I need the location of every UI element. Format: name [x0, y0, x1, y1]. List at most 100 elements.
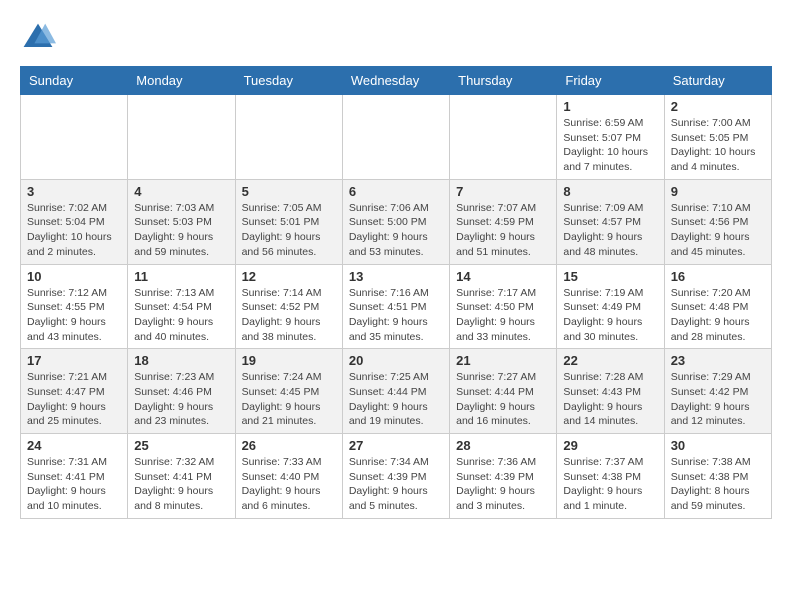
calendar-cell: 25 Sunrise: 7:32 AM Sunset: 4:41 PM Dayli…	[128, 434, 235, 519]
day-info: Sunrise: 7:05 AM Sunset: 5:01 PM Dayligh…	[242, 201, 336, 260]
day-number: 11	[134, 269, 228, 284]
day-number: 24	[27, 438, 121, 453]
calendar-week-4: 17 Sunrise: 7:21 AM Sunset: 4:47 PM Dayli…	[21, 349, 772, 434]
logo-icon	[20, 20, 56, 56]
day-info: Sunrise: 7:10 AM Sunset: 4:56 PM Dayligh…	[671, 201, 765, 260]
calendar-cell: 27 Sunrise: 7:34 AM Sunset: 4:39 PM Dayli…	[342, 434, 449, 519]
day-number: 22	[563, 353, 657, 368]
calendar-cell: 7 Sunrise: 7:07 AM Sunset: 4:59 PM Daylig…	[450, 179, 557, 264]
calendar-cell: 3 Sunrise: 7:02 AM Sunset: 5:04 PM Daylig…	[21, 179, 128, 264]
day-info: Sunrise: 7:32 AM Sunset: 4:41 PM Dayligh…	[134, 455, 228, 514]
weekday-header-saturday: Saturday	[664, 67, 771, 95]
day-number: 18	[134, 353, 228, 368]
day-number: 13	[349, 269, 443, 284]
day-info: Sunrise: 7:24 AM Sunset: 4:45 PM Dayligh…	[242, 370, 336, 429]
day-number: 4	[134, 184, 228, 199]
calendar-body: 1 Sunrise: 6:59 AM Sunset: 5:07 PM Daylig…	[21, 95, 772, 519]
calendar-cell: 5 Sunrise: 7:05 AM Sunset: 5:01 PM Daylig…	[235, 179, 342, 264]
calendar-cell: 18 Sunrise: 7:23 AM Sunset: 4:46 PM Dayli…	[128, 349, 235, 434]
day-info: Sunrise: 7:37 AM Sunset: 4:38 PM Dayligh…	[563, 455, 657, 514]
calendar-cell: 2 Sunrise: 7:00 AM Sunset: 5:05 PM Daylig…	[664, 95, 771, 180]
day-info: Sunrise: 7:13 AM Sunset: 4:54 PM Dayligh…	[134, 286, 228, 345]
day-number: 8	[563, 184, 657, 199]
day-number: 14	[456, 269, 550, 284]
day-info: Sunrise: 7:23 AM Sunset: 4:46 PM Dayligh…	[134, 370, 228, 429]
day-number: 19	[242, 353, 336, 368]
calendar-cell: 12 Sunrise: 7:14 AM Sunset: 4:52 PM Dayli…	[235, 264, 342, 349]
calendar-cell: 4 Sunrise: 7:03 AM Sunset: 5:03 PM Daylig…	[128, 179, 235, 264]
day-number: 7	[456, 184, 550, 199]
header	[20, 20, 772, 56]
calendar-cell: 30 Sunrise: 7:38 AM Sunset: 4:38 PM Dayli…	[664, 434, 771, 519]
day-number: 15	[563, 269, 657, 284]
day-number: 17	[27, 353, 121, 368]
day-info: Sunrise: 7:34 AM Sunset: 4:39 PM Dayligh…	[349, 455, 443, 514]
day-info: Sunrise: 7:28 AM Sunset: 4:43 PM Dayligh…	[563, 370, 657, 429]
day-number: 1	[563, 99, 657, 114]
day-info: Sunrise: 7:00 AM Sunset: 5:05 PM Dayligh…	[671, 116, 765, 175]
weekday-header-friday: Friday	[557, 67, 664, 95]
day-info: Sunrise: 7:27 AM Sunset: 4:44 PM Dayligh…	[456, 370, 550, 429]
day-number: 3	[27, 184, 121, 199]
calendar-cell: 14Sunrise: 7:17 AM Sunset: 4:50 PM Dayli…	[450, 264, 557, 349]
day-number: 25	[134, 438, 228, 453]
calendar-cell: 21 Sunrise: 7:27 AM Sunset: 4:44 PM Dayli…	[450, 349, 557, 434]
day-number: 27	[349, 438, 443, 453]
day-info: Sunrise: 7:20 AM Sunset: 4:48 PM Dayligh…	[671, 286, 765, 345]
day-number: 9	[671, 184, 765, 199]
calendar-cell: 26Sunrise: 7:33 AM Sunset: 4:40 PM Dayli…	[235, 434, 342, 519]
calendar-cell: 28 Sunrise: 7:36 AM Sunset: 4:39 PM Dayli…	[450, 434, 557, 519]
calendar-cell: 11 Sunrise: 7:13 AM Sunset: 4:54 PM Dayli…	[128, 264, 235, 349]
calendar-cell: 8 Sunrise: 7:09 AM Sunset: 4:57 PM Daylig…	[557, 179, 664, 264]
calendar-cell: 24 Sunrise: 7:31 AM Sunset: 4:41 PM Dayli…	[21, 434, 128, 519]
day-number: 30	[671, 438, 765, 453]
calendar-cell: 23 Sunrise: 7:29 AM Sunset: 4:42 PM Dayli…	[664, 349, 771, 434]
calendar-cell	[450, 95, 557, 180]
day-info: Sunrise: 7:07 AM Sunset: 4:59 PM Dayligh…	[456, 201, 550, 260]
day-info: Sunrise: 7:33 AM Sunset: 4:40 PM Dayligh…	[242, 455, 336, 514]
day-number: 23	[671, 353, 765, 368]
day-info: Sunrise: 7:09 AM Sunset: 4:57 PM Dayligh…	[563, 201, 657, 260]
day-info: Sunrise: 7:06 AM Sunset: 5:00 PM Dayligh…	[349, 201, 443, 260]
calendar-week-1: 1 Sunrise: 6:59 AM Sunset: 5:07 PM Daylig…	[21, 95, 772, 180]
calendar-cell: 22 Sunrise: 7:28 AM Sunset: 4:43 PM Dayli…	[557, 349, 664, 434]
day-info: Sunrise: 7:31 AM Sunset: 4:41 PM Dayligh…	[27, 455, 121, 514]
day-number: 16	[671, 269, 765, 284]
day-info: Sunrise: 7:02 AM Sunset: 5:04 PM Dayligh…	[27, 201, 121, 260]
calendar-cell: 19 Sunrise: 7:24 AM Sunset: 4:45 PM Dayli…	[235, 349, 342, 434]
calendar-cell: 15 Sunrise: 7:19 AM Sunset: 4:49 PM Dayli…	[557, 264, 664, 349]
day-number: 20	[349, 353, 443, 368]
day-number: 10	[27, 269, 121, 284]
calendar-cell: 29 Sunrise: 7:37 AM Sunset: 4:38 PM Dayli…	[557, 434, 664, 519]
calendar-cell: 13 Sunrise: 7:16 AM Sunset: 4:51 PM Dayli…	[342, 264, 449, 349]
weekday-header-row: SundayMondayTuesdayWednesdayThursdayFrid…	[21, 67, 772, 95]
day-number: 2	[671, 99, 765, 114]
calendar-cell: 20Sunrise: 7:25 AM Sunset: 4:44 PM Dayli…	[342, 349, 449, 434]
calendar-week-2: 3 Sunrise: 7:02 AM Sunset: 5:04 PM Daylig…	[21, 179, 772, 264]
calendar-cell: 1 Sunrise: 6:59 AM Sunset: 5:07 PM Daylig…	[557, 95, 664, 180]
day-info: Sunrise: 7:19 AM Sunset: 4:49 PM Dayligh…	[563, 286, 657, 345]
day-info: Sunrise: 7:36 AM Sunset: 4:39 PM Dayligh…	[456, 455, 550, 514]
calendar-cell	[21, 95, 128, 180]
day-info: Sunrise: 7:16 AM Sunset: 4:51 PM Dayligh…	[349, 286, 443, 345]
day-number: 12	[242, 269, 336, 284]
weekday-header-thursday: Thursday	[450, 67, 557, 95]
day-number: 5	[242, 184, 336, 199]
day-number: 28	[456, 438, 550, 453]
day-number: 21	[456, 353, 550, 368]
day-info: Sunrise: 7:38 AM Sunset: 4:38 PM Dayligh…	[671, 455, 765, 514]
day-number: 6	[349, 184, 443, 199]
calendar-cell: 9 Sunrise: 7:10 AM Sunset: 4:56 PM Daylig…	[664, 179, 771, 264]
day-number: 29	[563, 438, 657, 453]
day-info: Sunrise: 7:03 AM Sunset: 5:03 PM Dayligh…	[134, 201, 228, 260]
calendar-cell: 16 Sunrise: 7:20 AM Sunset: 4:48 PM Dayli…	[664, 264, 771, 349]
logo	[20, 20, 62, 56]
calendar-cell	[235, 95, 342, 180]
day-info: Sunrise: 6:59 AM Sunset: 5:07 PM Dayligh…	[563, 116, 657, 175]
calendar-cell	[342, 95, 449, 180]
day-info: Sunrise: 7:21 AM Sunset: 4:47 PM Dayligh…	[27, 370, 121, 429]
day-info: Sunrise: 7:14 AM Sunset: 4:52 PM Dayligh…	[242, 286, 336, 345]
day-info: Sunrise: 7:29 AM Sunset: 4:42 PM Dayligh…	[671, 370, 765, 429]
calendar: SundayMondayTuesdayWednesdayThursdayFrid…	[20, 66, 772, 519]
calendar-week-3: 10Sunrise: 7:12 AM Sunset: 4:55 PM Dayli…	[21, 264, 772, 349]
